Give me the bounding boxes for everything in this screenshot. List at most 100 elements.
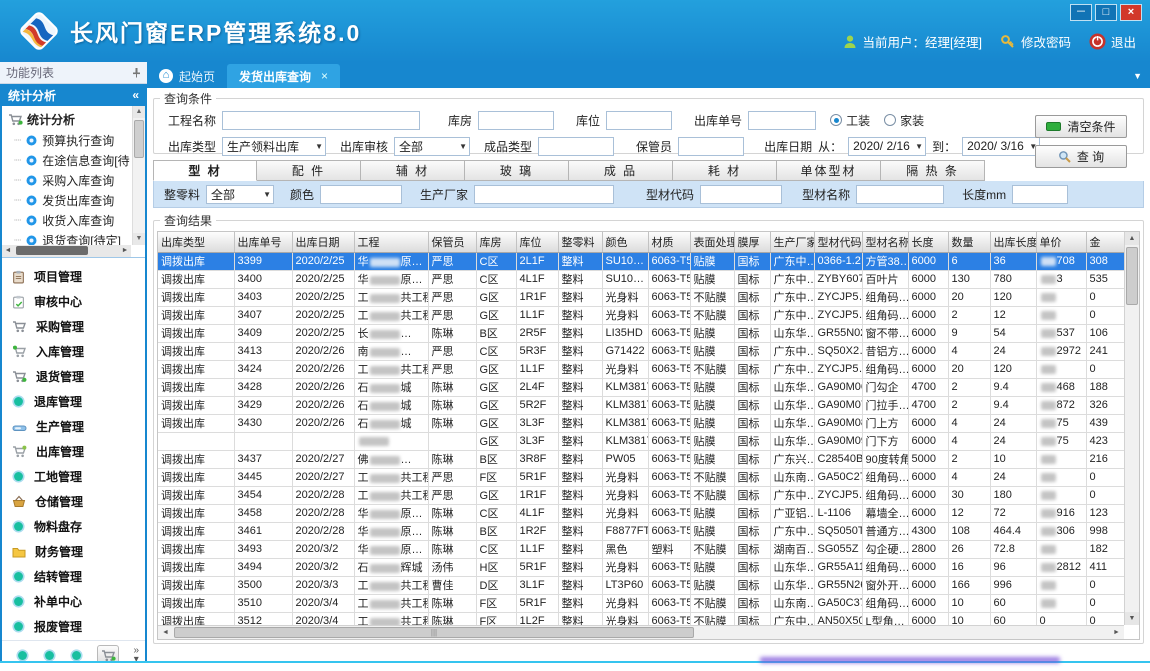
- column-header-2[interactable]: 出库日期: [292, 232, 354, 252]
- column-header-0[interactable]: 出库类型: [158, 232, 234, 252]
- table-row-5[interactable]: 调拨出库34132020/2/26南…严思C区5R3F整料G714226063-…: [158, 342, 1124, 360]
- tree-horizontal-scrollbar[interactable]: ◄►: [2, 245, 131, 257]
- tree-item-4[interactable]: 收货入库查询: [4, 210, 131, 230]
- material-tab-7[interactable]: 隔 热 条: [881, 160, 985, 181]
- order-no-input[interactable]: [748, 111, 816, 130]
- sidebar-item-8[interactable]: 工地管理: [2, 464, 145, 489]
- out-audit-select[interactable]: 全部▼: [394, 137, 470, 156]
- date-from-picker[interactable]: 2020/ 2/16▼: [848, 137, 926, 156]
- table-row-20[interactable]: 调拨出库35122020/3/4工共工程陈琳F区1L2F整料光身料6063-T5…: [158, 612, 1124, 625]
- table-row-17[interactable]: 调拨出库34942020/3/2石辉城汤伟H区5R1F整料光身料6063-T5贴…: [158, 558, 1124, 576]
- change-password-button[interactable]: 修改密码: [1000, 32, 1071, 51]
- table-row-6[interactable]: 调拨出库34242020/2/26工共工程严思G区1L1F整料光身料6063-T…: [158, 360, 1124, 378]
- table-row-9[interactable]: 调拨出库34302020/2/26石城陈琳G区3L3F整料KLM38176063…: [158, 414, 1124, 432]
- sidebar-item-11[interactable]: 财务管理: [2, 539, 145, 564]
- column-header-19[interactable]: 金: [1086, 232, 1124, 252]
- column-header-18[interactable]: 单价: [1036, 232, 1086, 252]
- column-header-4[interactable]: 保管员: [428, 232, 476, 252]
- tab-close-icon[interactable]: ×: [321, 69, 328, 83]
- radio-gongzhuang[interactable]: 工装: [830, 112, 870, 129]
- pin-icon[interactable]: [132, 67, 141, 78]
- column-header-3[interactable]: 工程: [354, 232, 428, 252]
- tab-home[interactable]: ⌂ 起始页: [147, 64, 227, 88]
- collapse-chevron[interactable]: «: [132, 88, 139, 102]
- column-header-15[interactable]: 长度: [908, 232, 948, 252]
- table-row-7[interactable]: 调拨出库34282020/2/26石城陈琳G区2L4F整料KLM38176063…: [158, 378, 1124, 396]
- tabbar-dropdown-icon[interactable]: ▼: [1133, 71, 1142, 81]
- table-row-4[interactable]: 调拨出库34092020/2/25长…陈琳B区2R5F整料LI35HD6063-…: [158, 324, 1124, 342]
- maximize-button[interactable]: □: [1095, 4, 1117, 21]
- circle-icon[interactable]: [43, 649, 56, 662]
- table-row-0[interactable]: 调拨出库33992020/2/25华原…严思C区2L1F整料SU10…6063-…: [158, 252, 1124, 270]
- sidebar-item-10[interactable]: 物料盘存: [2, 514, 145, 539]
- color-input[interactable]: [320, 185, 402, 204]
- column-header-6[interactable]: 库位: [516, 232, 558, 252]
- minimize-button[interactable]: －: [1070, 4, 1092, 21]
- material-tab-4[interactable]: 成 品: [569, 160, 673, 181]
- manufacturer-input[interactable]: [474, 185, 614, 204]
- product-type-input[interactable]: [538, 137, 614, 156]
- sidebar-item-7[interactable]: 出库管理: [2, 439, 145, 464]
- column-header-8[interactable]: 颜色: [602, 232, 648, 252]
- circle-icon[interactable]: [70, 649, 83, 662]
- project-name-input[interactable]: [222, 111, 420, 130]
- table-row-15[interactable]: 调拨出库34612020/2/28华原…陈琳B区1R2F整料F8877FT606…: [158, 522, 1124, 540]
- column-header-10[interactable]: 表面处理: [690, 232, 734, 252]
- column-header-17[interactable]: 出库长度: [990, 232, 1036, 252]
- sidebar-item-1[interactable]: 审核中心: [2, 289, 145, 314]
- profile-name-input[interactable]: [856, 185, 944, 204]
- material-tab-5[interactable]: 耗 材: [673, 160, 777, 181]
- table-row-2[interactable]: 调拨出库34032020/2/25工共工程严思G区1R1F整料光身料6063-T…: [158, 288, 1124, 306]
- material-tab-3[interactable]: 玻 璃: [465, 160, 569, 181]
- material-tab-1[interactable]: 配 件: [257, 160, 361, 181]
- tree-item-1[interactable]: 在途信息查询[待: [4, 150, 131, 170]
- table-row-18[interactable]: 调拨出库35002020/3/3工共工程曹佳D区3L1F整料LT3P606063…: [158, 576, 1124, 594]
- table-row-1[interactable]: 调拨出库34002020/2/25华原…严思C区4L1F整料SU10…6063-…: [158, 270, 1124, 288]
- tree-item-2[interactable]: 采购入库查询: [4, 170, 131, 190]
- length-mm-input[interactable]: [1012, 185, 1068, 204]
- tree-root-statistics[interactable]: 统计分析: [4, 108, 131, 130]
- material-tab-2[interactable]: 辅 材: [361, 160, 465, 181]
- column-header-11[interactable]: 膜厚: [734, 232, 770, 252]
- column-header-7[interactable]: 整零料: [558, 232, 602, 252]
- table-row-16[interactable]: 调拨出库34932020/3/2华原…陈琳C区1L1F整料黑色塑料不贴膜国标湖南…: [158, 540, 1124, 558]
- sidebar-item-6[interactable]: 生产管理: [2, 414, 145, 439]
- column-header-1[interactable]: 出库单号: [234, 232, 292, 252]
- search-button[interactable]: 查 询: [1035, 145, 1127, 168]
- sidebar-item-3[interactable]: 入库管理: [2, 339, 145, 364]
- material-tab-6[interactable]: 单体型材: [777, 160, 881, 181]
- tree-item-5[interactable]: 退货查询[待定]: [4, 230, 131, 245]
- location-input[interactable]: [606, 111, 672, 130]
- tree-item-3[interactable]: 发货出库查询: [4, 190, 131, 210]
- logout-button[interactable]: 退出: [1089, 32, 1136, 51]
- profile-code-input[interactable]: [700, 185, 782, 204]
- sidebar-item-12[interactable]: 结转管理: [2, 564, 145, 589]
- radio-jiazhuang[interactable]: 家装: [884, 112, 924, 129]
- table-row-19[interactable]: 调拨出库35102020/3/4工共工程陈琳F区5R1F整料光身料6063-T5…: [158, 594, 1124, 612]
- sidebar-item-14[interactable]: 报废管理: [2, 614, 145, 639]
- column-header-13[interactable]: 型材代码: [814, 232, 862, 252]
- out-type-select[interactable]: 生产领料出库▼: [222, 137, 326, 156]
- table-row-14[interactable]: 调拨出库34582020/2/28华原…陈琳C区4L1F整料光身料6063-T5…: [158, 504, 1124, 522]
- column-header-5[interactable]: 库房: [476, 232, 516, 252]
- warehouse-input[interactable]: [478, 111, 554, 130]
- column-header-12[interactable]: 生产厂家: [770, 232, 814, 252]
- sidebar-item-5[interactable]: 退库管理: [2, 389, 145, 414]
- date-to-picker[interactable]: 2020/ 3/16▼: [962, 137, 1040, 156]
- tab-shipping-outbound-query[interactable]: 发货出库查询 ×: [227, 64, 340, 88]
- sidebar-item-13[interactable]: 补单中心: [2, 589, 145, 614]
- grid-horizontal-scrollbar[interactable]: ◄|||►: [158, 625, 1124, 639]
- column-header-14[interactable]: 型材名称: [862, 232, 908, 252]
- sidebar-item-2[interactable]: 采购管理: [2, 314, 145, 339]
- column-header-9[interactable]: 材质: [648, 232, 690, 252]
- sidebar-item-0[interactable]: 项目管理: [2, 264, 145, 289]
- table-row-3[interactable]: 调拨出库34072020/2/25工共工程严思G区1L1F整料光身料6063-T…: [158, 306, 1124, 324]
- table-row-13[interactable]: 调拨出库34542020/2/28工共工程严思G区1R1F整料光身料6063-T…: [158, 486, 1124, 504]
- circle-icon[interactable]: [16, 649, 29, 662]
- table-row-10[interactable]: G区3L3F整料KLM38176063-T5贴膜国标山东华…GA90M09…门下…: [158, 432, 1124, 450]
- tree-vertical-scrollbar[interactable]: ▲ ▼: [132, 106, 145, 245]
- tree-item-0[interactable]: 预算执行查询: [4, 130, 131, 150]
- table-row-12[interactable]: 调拨出库34452020/2/27工共工程严思F区5R1F整料光身料6063-T…: [158, 468, 1124, 486]
- keeper-input[interactable]: [678, 137, 744, 156]
- sidebar-item-9[interactable]: 仓储管理: [2, 489, 145, 514]
